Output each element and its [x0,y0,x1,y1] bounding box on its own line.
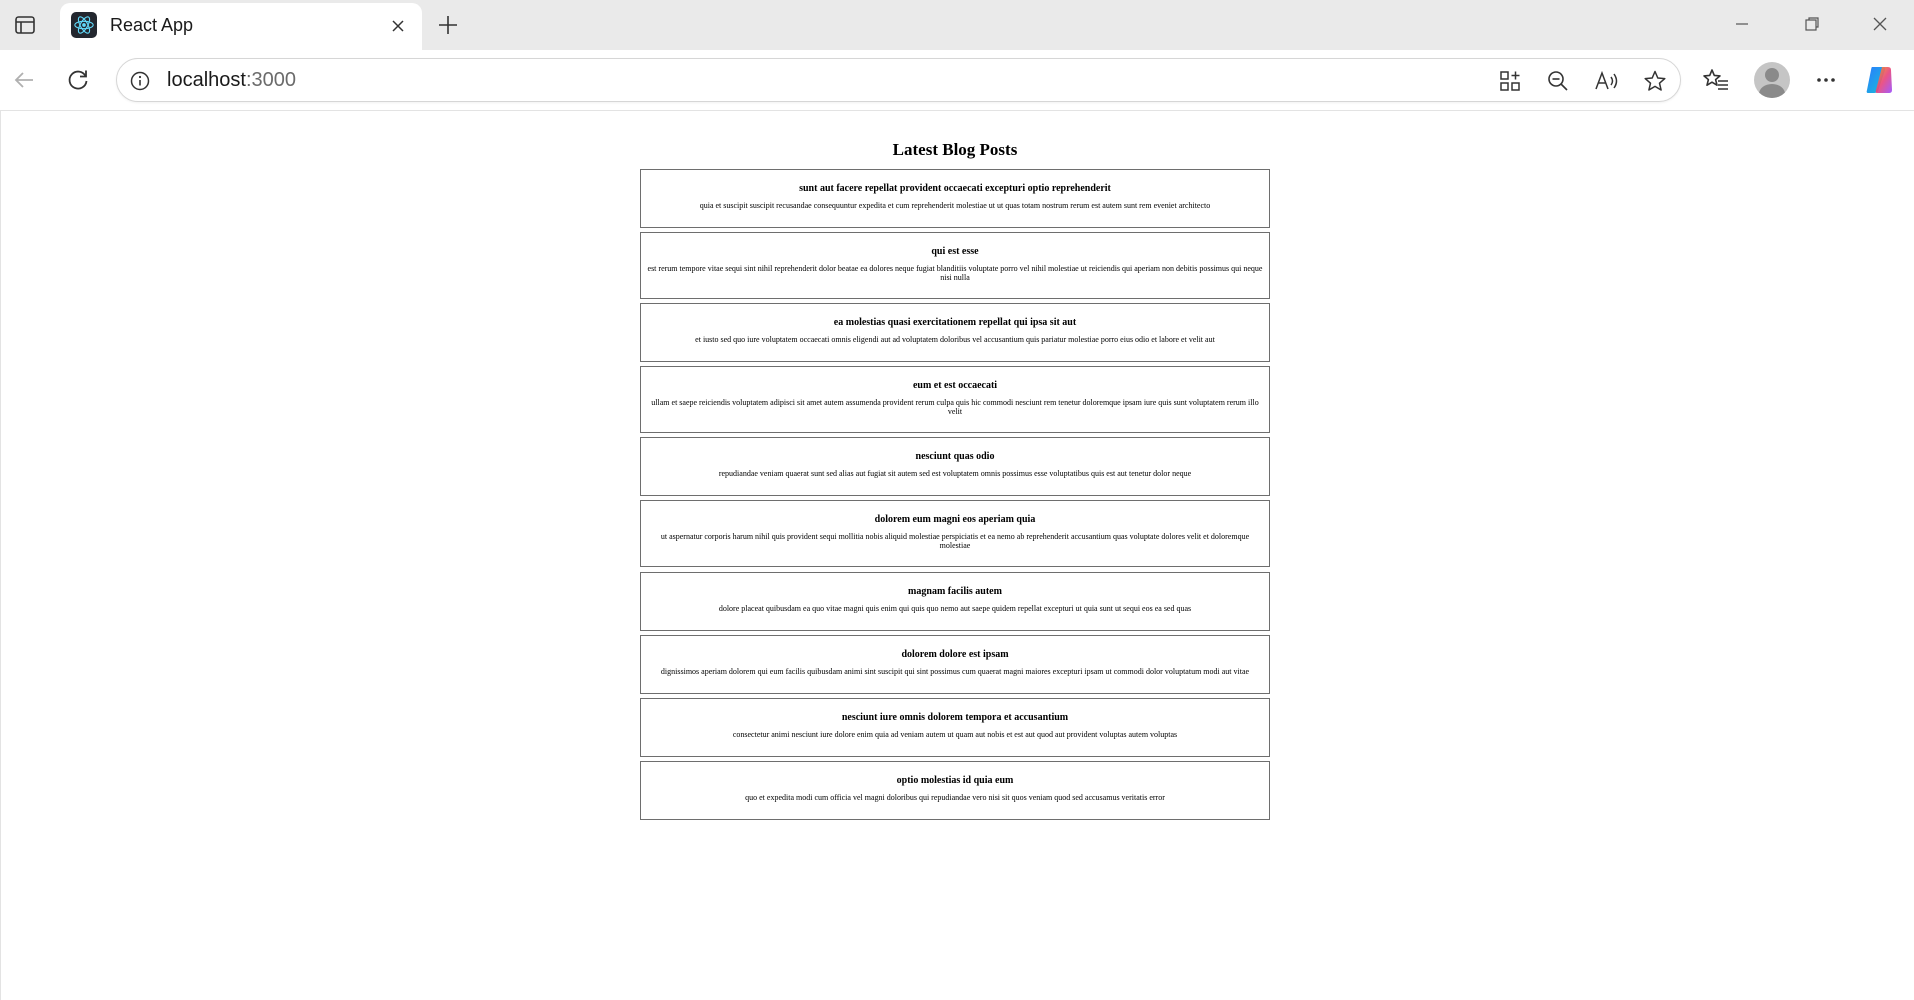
post-body: dolore placeat quibusdam ea quo vitae ma… [718,604,1192,613]
post-body: est rerum tempore vitae sequi sint nihil… [647,264,1263,282]
read-aloud-icon[interactable] [1593,67,1621,95]
post-title: dolorem eum magni eos aperiam quia [874,514,1036,525]
post-body: repudiandae veniam quaerat sunt sed alia… [718,469,1192,478]
plus-icon[interactable] [432,9,464,41]
post-body: ut aspernatur corporis harum nihil quis … [660,532,1250,550]
url-text[interactable]: localhost:3000 [167,69,296,92]
react-logo-icon [71,12,97,38]
zoom-out-icon[interactable] [1544,67,1572,95]
post-title: eum et est occaecati [912,380,998,391]
post-title: nesciunt iure omnis dolorem tempora et a… [841,712,1069,723]
tab-actions-icon[interactable] [10,10,40,40]
blog-post-card: dolorem eum magni eos aperiam quia ut as… [640,500,1270,567]
blog-post-card: optio molestias id quia eum quo et exped… [640,761,1270,820]
address-bar[interactable]: localhost:3000 [116,58,1681,102]
post-body: consectetur animi nesciunt iure dolore e… [732,730,1178,739]
minimize-icon[interactable] [1720,8,1764,40]
avatar-body [1759,84,1785,98]
favorites-icon[interactable] [1698,62,1734,98]
avatar-head [1765,68,1779,82]
blog-post-card: ea molestias quasi exercitationem repell… [640,303,1270,362]
blog-post-card: nesciunt quas odio repudiandae veniam qu… [640,437,1270,496]
post-title: ea molestias quasi exercitationem repell… [833,317,1077,328]
close-window-icon[interactable] [1858,8,1902,40]
blog-post-card: dolorem dolore est ipsam dignissimos ape… [640,635,1270,694]
blog-post-card: qui est esse est rerum tempore vitae seq… [640,232,1270,299]
blog-post-card: nesciunt iure omnis dolorem tempora et a… [640,698,1270,757]
post-title: nesciunt quas odio [915,451,995,462]
tab-title: React App [110,15,194,35]
post-title: sunt aut facere repellat provident occae… [799,183,1111,194]
refresh-icon[interactable] [60,62,96,98]
post-title: optio molestias id quia eum [896,775,1014,786]
restore-icon[interactable] [1790,8,1834,40]
post-title: dolorem dolore est ipsam [901,649,1009,660]
profile-icon[interactable] [1754,62,1790,98]
post-body: et iusto sed quo iure voluptatem occaeca… [695,335,1215,344]
post-body: quo et expedita modi cum officia vel mag… [745,793,1165,802]
post-body: ullam et saepe reiciendis voluptatem adi… [651,398,1259,416]
active-tab[interactable]: React App [60,3,422,50]
browser-toolbar: localhost:3000 [0,50,1914,110]
tab-strip: React App [0,0,1914,50]
more-icon[interactable] [1808,62,1844,98]
blog-post-card: magnam facilis autem dolore placeat quib… [640,572,1270,631]
blog-post-card: eum et est occaecati ullam et saepe reic… [640,366,1270,433]
url-port: :3000 [245,69,296,91]
close-icon[interactable] [386,14,410,38]
info-icon[interactable] [128,69,152,93]
post-body: dignissimos aperiam dolorem qui eum faci… [660,667,1250,676]
post-body: quia et suscipit suscipit recusandae con… [699,201,1211,210]
star-icon[interactable] [1641,67,1669,95]
blog-post-card: sunt aut facere repellat provident occae… [640,169,1270,228]
app-available-icon[interactable] [1496,67,1524,95]
url-host: localhost [167,69,246,91]
post-title: qui est esse [931,246,979,257]
post-title: magnam facilis autem [908,586,1002,597]
copilot-icon[interactable] [1862,62,1898,98]
back-arrow-icon[interactable] [6,62,42,98]
page-title: Latest Blog Posts [892,140,1018,159]
